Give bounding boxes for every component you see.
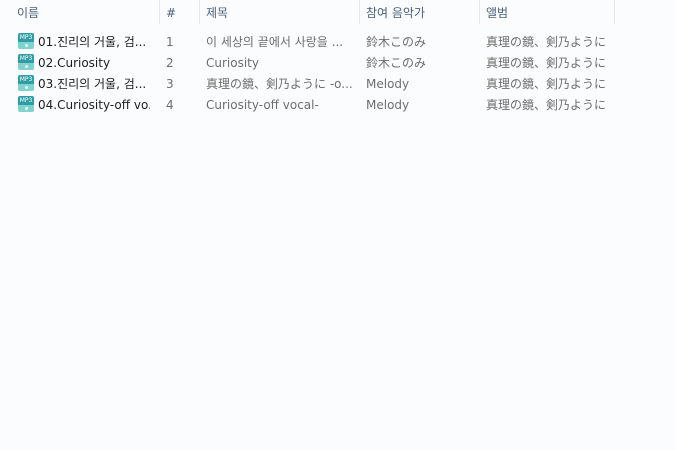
mp3-badge: MP3 xyxy=(18,33,34,42)
file-row[interactable]: MP3 02.Curiosity 2 Curiosity 鈴木このみ 真理の鏡、剣… xyxy=(0,53,675,74)
mp3-file-icon: MP3 xyxy=(18,96,34,112)
file-name: 03.진리의 거울, 검... xyxy=(38,77,147,91)
column-header-album-label: 앨범 xyxy=(486,6,509,20)
column-header-bar: 이름 ^ # 제목 참여 음악가 앨범 xyxy=(0,0,675,24)
column-header-name[interactable]: 이름 xyxy=(11,0,160,24)
track-title: 真理の鏡、剣乃ように -o... xyxy=(206,77,353,91)
file-name-cell[interactable]: MP3 01.진리의 거울, 검... xyxy=(18,32,150,53)
track-album: 真理の鏡、剣乃ように xyxy=(486,98,607,112)
mp3-file-icon: MP3 xyxy=(18,75,34,91)
column-header-artist-label: 참여 음악가 xyxy=(366,6,426,20)
mp3-badge: MP3 xyxy=(18,54,34,63)
file-name-cell[interactable]: MP3 04.Curiosity-off vo... xyxy=(18,95,150,116)
column-header-number-label: # xyxy=(166,6,177,20)
column-header-album[interactable]: 앨범 xyxy=(480,0,615,24)
column-header-number[interactable]: ^ # xyxy=(160,0,200,24)
track-number: 4 xyxy=(166,98,174,112)
track-number: 1 xyxy=(166,35,174,49)
mp3-badge: MP3 xyxy=(18,75,34,84)
mp3-badge: MP3 xyxy=(18,96,34,105)
column-header-name-label: 이름 xyxy=(17,6,40,20)
file-name: 01.진리의 거울, 검... xyxy=(38,35,147,49)
file-list-view: 이름 ^ # 제목 참여 음악가 앨범 MP3 01.진리의 거울, 검... 1… xyxy=(0,0,675,450)
track-album: 真理の鏡、剣乃ように xyxy=(486,77,607,91)
column-header-artist[interactable]: 참여 음악가 xyxy=(360,0,480,24)
track-artist: 鈴木このみ xyxy=(366,35,427,49)
track-title: Curiosity xyxy=(206,56,259,70)
file-row[interactable]: MP3 01.진리의 거울, 검... 1 이 세상의 끝에서 사랑을 ... 鈴… xyxy=(0,32,675,53)
file-name-cell[interactable]: MP3 02.Curiosity xyxy=(18,53,150,74)
track-album: 真理の鏡、剣乃ように xyxy=(486,56,607,70)
track-artist: 鈴木このみ xyxy=(366,56,427,70)
file-rows: MP3 01.진리의 거울, 검... 1 이 세상의 끝에서 사랑을 ... 鈴… xyxy=(0,32,675,116)
track-number: 2 xyxy=(166,56,174,70)
track-number: 3 xyxy=(166,77,174,91)
file-name-cell[interactable]: MP3 03.진리의 거울, 검... xyxy=(18,74,150,95)
track-artist: Melody xyxy=(366,98,410,112)
track-title: Curiosity-off vocal- xyxy=(206,98,319,112)
track-album: 真理の鏡、剣乃ように xyxy=(486,35,607,49)
track-title: 이 세상의 끝에서 사랑을 ... xyxy=(206,35,344,49)
mp3-file-icon: MP3 xyxy=(18,54,34,70)
file-row[interactable]: MP3 04.Curiosity-off vo... 4 Curiosity-of… xyxy=(0,95,675,116)
column-header-title-label: 제목 xyxy=(206,6,229,20)
file-row[interactable]: MP3 03.진리의 거울, 검... 3 真理の鏡、剣乃ように -o... Me… xyxy=(0,74,675,95)
sort-ascending-icon: ^ xyxy=(178,0,185,3)
file-name: 02.Curiosity xyxy=(38,56,111,70)
file-name: 04.Curiosity-off vo... xyxy=(38,98,150,112)
track-artist: Melody xyxy=(366,77,410,91)
mp3-file-icon: MP3 xyxy=(18,33,34,49)
column-header-title[interactable]: 제목 xyxy=(200,0,360,24)
